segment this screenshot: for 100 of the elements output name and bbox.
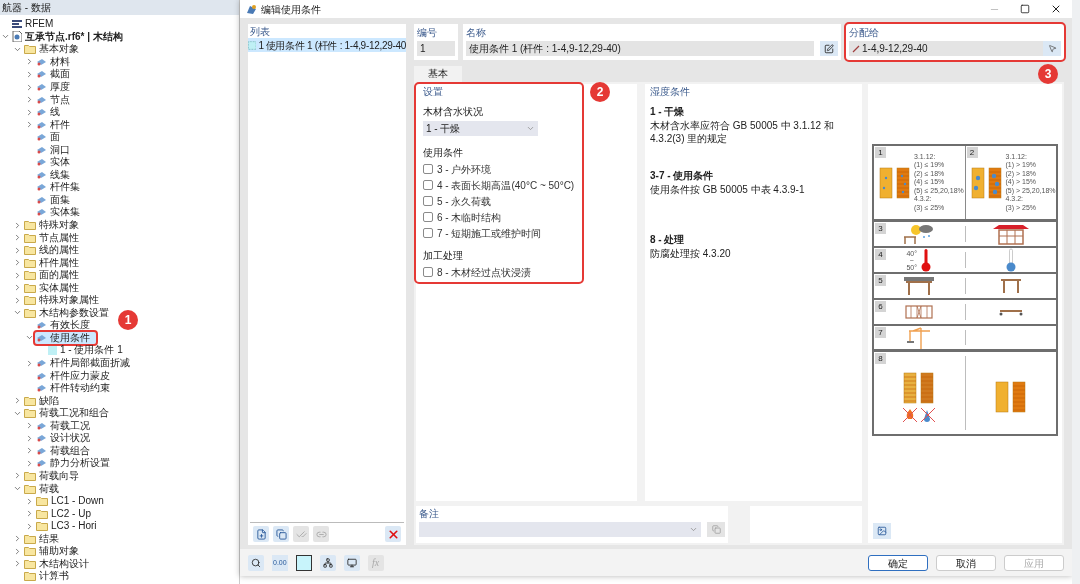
chevron-icon[interactable]: [13, 295, 22, 305]
tree-item[interactable]: 面集: [35, 193, 76, 206]
tree-item[interactable]: 杆件转动约束: [35, 382, 116, 395]
tree-item[interactable]: 计算书: [23, 570, 75, 583]
chevron-icon[interactable]: [25, 358, 34, 368]
new-icon[interactable]: [253, 526, 269, 542]
tree-item[interactable]: 荷载工况和组合: [23, 407, 115, 420]
tree-item[interactable]: 杆件应力蒙皮: [35, 369, 116, 382]
moisture-select[interactable]: 1 - 干燥: [423, 121, 538, 136]
select-icon[interactable]: [1043, 41, 1061, 56]
tree-item[interactable]: 木结构设计: [23, 557, 95, 570]
tree-item[interactable]: 互承节点.rf6* | 木结构: [11, 30, 129, 43]
tree-item[interactable]: 实体属性: [23, 281, 85, 294]
chevron-icon[interactable]: [13, 283, 22, 293]
tree-item[interactable]: 线: [35, 106, 66, 119]
checkbox[interactable]: [423, 196, 433, 206]
tree-item[interactable]: 结果: [23, 532, 65, 545]
chevron-icon[interactable]: [13, 258, 22, 268]
tree-item[interactable]: 木结构参数设置: [23, 306, 115, 319]
tree-item[interactable]: 实体集: [35, 206, 86, 219]
edit-icon[interactable]: [820, 41, 838, 56]
tree-item[interactable]: LC3 - Hori: [35, 520, 103, 533]
tree-item[interactable]: 特殊对象属性: [23, 294, 105, 307]
list-item[interactable]: 1 使用条件 1 (杆件 : 1-4,9-12,29-40: [248, 38, 406, 52]
chevron-icon[interactable]: [13, 546, 22, 556]
tree-item[interactable]: 使用条件: [35, 331, 96, 344]
chevron-icon[interactable]: [25, 521, 34, 531]
tree-item[interactable]: 洞口: [35, 143, 76, 156]
dialog-button[interactable]: 确定: [868, 554, 928, 571]
assigned-field[interactable]: 1-4,9-12,29-40: [849, 41, 1043, 56]
tree-item[interactable]: 节点属性: [23, 231, 85, 244]
chevron-icon[interactable]: [13, 559, 22, 569]
number-field[interactable]: 1: [417, 41, 455, 56]
link-icon[interactable]: [313, 526, 329, 542]
close-icon[interactable]: [1050, 3, 1062, 15]
color-swatch[interactable]: [295, 554, 312, 571]
tree-item[interactable]: 面: [35, 131, 66, 144]
tree-item[interactable]: 杆件局部截面折减: [35, 357, 136, 370]
tree-item[interactable]: 设计状况: [35, 432, 96, 445]
tree-item[interactable]: 荷载: [23, 482, 65, 495]
checkbox[interactable]: [423, 212, 433, 222]
chevron-icon[interactable]: [25, 433, 34, 443]
tree-item[interactable]: 节点: [35, 93, 76, 106]
chevron-icon[interactable]: [25, 95, 34, 105]
tree-item[interactable]: RFEM: [11, 18, 60, 31]
tree-item[interactable]: 杆件: [35, 118, 76, 131]
delete-icon[interactable]: [385, 526, 401, 542]
tree-item[interactable]: 厚度: [35, 81, 76, 93]
tree-item[interactable]: 基本对象: [23, 43, 85, 56]
tree-item[interactable]: LC2 - Up: [35, 507, 97, 520]
chevron-icon[interactable]: [13, 270, 22, 280]
name-field[interactable]: 使用条件 1 (杆件 : 1-4,9-12,29-40): [466, 41, 814, 56]
chevron-icon[interactable]: [13, 534, 22, 544]
checkbox[interactable]: [423, 267, 433, 277]
tree-item[interactable]: 辅助对象: [23, 545, 85, 558]
tree-item[interactable]: 静力分析设置: [35, 457, 116, 470]
dialog-button[interactable]: 取消: [936, 554, 996, 571]
chevron-icon[interactable]: [13, 484, 22, 493]
tree-item[interactable]: 1 - 使用条件 1: [47, 344, 129, 357]
chevron-icon[interactable]: [25, 120, 34, 130]
tree-item[interactable]: 面的属性: [23, 269, 85, 282]
tree-item[interactable]: 线集: [35, 168, 76, 181]
tree-item[interactable]: 截面: [35, 68, 76, 81]
tree-item[interactable]: 线的属性: [23, 244, 85, 257]
checkbox[interactable]: [423, 180, 433, 190]
chevron-icon[interactable]: [13, 220, 22, 230]
chevron-icon[interactable]: [13, 396, 22, 406]
tree-item[interactable]: 材料: [35, 55, 76, 68]
chevron-icon[interactable]: [25, 82, 34, 92]
network-icon[interactable]: [319, 554, 336, 571]
search-icon[interactable]: [248, 554, 264, 571]
chevron-icon[interactable]: [13, 245, 22, 255]
tree-item[interactable]: 荷载组合: [35, 444, 96, 457]
tree-item[interactable]: 荷载工况: [35, 419, 96, 432]
chevron-icon[interactable]: [25, 57, 34, 67]
tree-item[interactable]: 杆件集: [35, 181, 86, 194]
tree-item[interactable]: 缺陷: [23, 394, 65, 407]
tree-item[interactable]: 实体: [35, 156, 76, 169]
tree-item[interactable]: 特殊对象: [23, 219, 85, 231]
chevron-icon[interactable]: [13, 233, 22, 243]
tree-item[interactable]: LC1 - Down: [35, 495, 110, 508]
image-icon[interactable]: [873, 523, 891, 539]
maximize-icon[interactable]: [1020, 4, 1030, 14]
chevron-icon[interactable]: [25, 509, 34, 519]
monitor-icon[interactable]: [343, 554, 360, 571]
chevron-icon[interactable]: [25, 458, 34, 468]
chevron-icon[interactable]: [13, 471, 22, 481]
chevron-icon[interactable]: [25, 421, 34, 431]
chevron-icon[interactable]: [25, 107, 34, 117]
copy-icon[interactable]: [273, 526, 289, 542]
tree-item[interactable]: 杆件属性: [23, 256, 85, 269]
checkbox[interactable]: [423, 164, 433, 174]
chevron-icon[interactable]: [25, 446, 34, 456]
chevron-icon[interactable]: [25, 69, 34, 79]
comment-field[interactable]: [419, 522, 701, 537]
tree-item[interactable]: 荷载向导: [23, 469, 85, 482]
checkbox[interactable]: [423, 228, 433, 238]
tree-item[interactable]: 有效长度: [35, 319, 96, 332]
tab[interactable]: 基本: [414, 66, 462, 82]
check-icon[interactable]: [293, 526, 309, 542]
